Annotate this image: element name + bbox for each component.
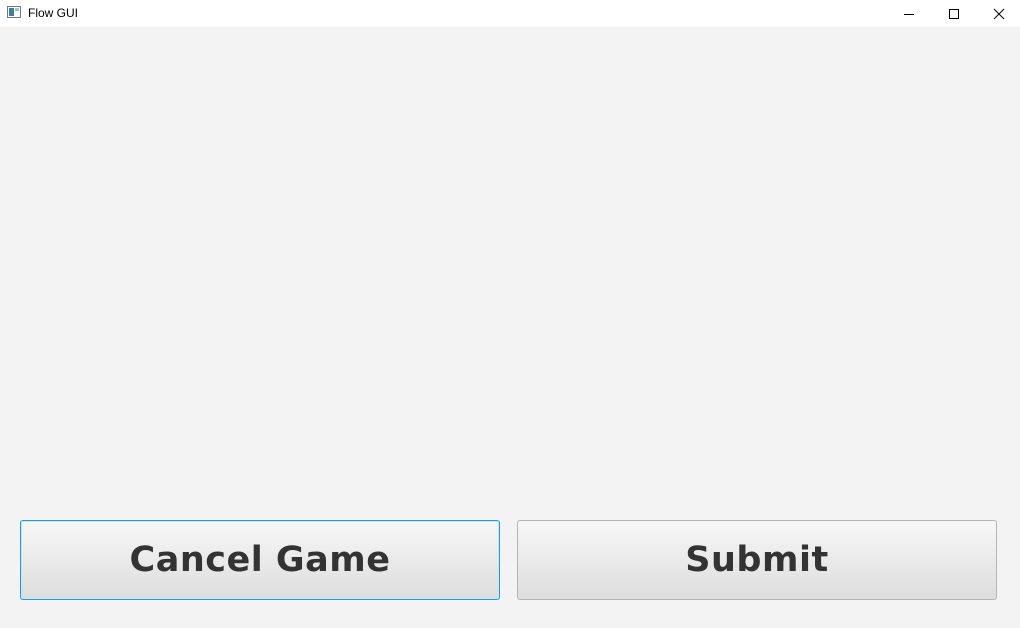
- content-area: Cancel Game Submit: [0, 27, 1020, 628]
- close-button[interactable]: [976, 0, 1020, 27]
- minimize-icon: [904, 13, 914, 15]
- submit-button[interactable]: Submit: [517, 520, 997, 600]
- maximize-button[interactable]: [931, 0, 977, 27]
- close-icon: [993, 8, 1005, 19]
- cancel-game-button[interactable]: Cancel Game: [20, 520, 500, 600]
- app-window: Flow GUI Cancel Game Submit: [0, 0, 1020, 628]
- window-title: Flow GUI: [28, 6, 79, 20]
- maximize-icon: [949, 8, 959, 19]
- title-bar[interactable]: Flow GUI: [0, 0, 1020, 27]
- minimize-button[interactable]: [886, 0, 932, 27]
- app-icon: [7, 6, 21, 18]
